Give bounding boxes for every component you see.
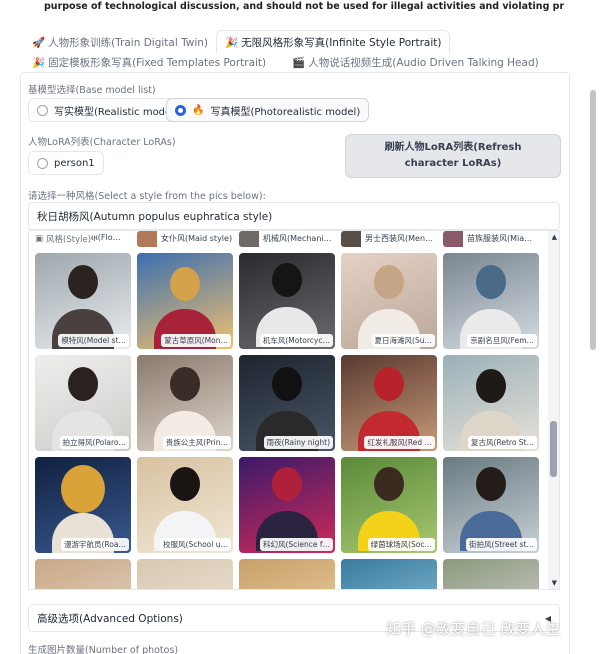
gallery-caption: 漫游宇航员(Roa… [61, 538, 129, 551]
fire-icon: 🔥 [192, 104, 205, 116]
gallery-item-peking-opera[interactable]: 京剧名旦风(Fem… [443, 253, 539, 349]
scroll-up-arrow-icon[interactable]: ▲ [552, 233, 557, 241]
tab-fixed-templates-portrait[interactable]: 🎉 固定模板形象写真(Fixed Templates Portrait) [24, 54, 274, 72]
radio-label: 写实模型(Realistic model) [54, 106, 178, 118]
radio-realistic-model[interactable]: 写实模型(Realistic model) [28, 98, 187, 122]
tab-train-digital-twin[interactable]: 🚀 人物形象训练(Train Digital Twin) [24, 32, 216, 54]
party-icon: 🎉 [225, 36, 239, 49]
gallery-item-polaroid[interactable]: 拍立得风(Polaro… [35, 355, 131, 451]
gallery-item-science-fiction[interactable]: 科幻风(Science f… [239, 457, 335, 553]
gallery-item-partial[interactable] [443, 559, 539, 589]
scrollbar-thumb[interactable] [550, 421, 557, 477]
gallery-label: ▣ 风格(Style) [35, 233, 92, 245]
selected-style-field[interactable]: 秋日胡杨风(Autumn populus euphratica style) [28, 202, 560, 230]
gallery-item-school-uniform[interactable]: 校服风(School u… [137, 457, 233, 553]
gallery-scrollbar[interactable]: ▲ ▼ [548, 231, 559, 589]
gallery-item-mongolian-grassland[interactable]: 蒙古草原风(Mon… [137, 253, 233, 349]
tab-bar: 🚀 人物形象训练(Train Digital Twin) 🎉 无限风格形象写真(… [24, 30, 451, 54]
style-label: 请选择一种风格(Select a style from the pics bel… [28, 191, 266, 202]
rocket-icon: 🚀 [32, 37, 46, 49]
gallery-caption: 绿茵球场风(Soc… [367, 538, 435, 551]
base-model-label: 基模型选择(Base model list) [28, 85, 156, 96]
gallery-caption: 京剧名旦风(Fem… [467, 334, 537, 347]
number-of-photos-label: 生成图片数量(Number of photos) [28, 645, 179, 654]
gallery-caption: 校服风(School u… [160, 538, 231, 551]
radio-circle-selected [175, 104, 186, 116]
party-icon: 🎉 [32, 57, 46, 69]
thumbnail [239, 231, 259, 247]
tab-label: 人物形象训练(Train Digital Twin) [48, 37, 209, 49]
advanced-options-label: 高级选项(Advanced Options) [37, 612, 183, 625]
gallery-item-red-hair[interactable]: 红发礼服风(Red … [341, 355, 437, 451]
gallery-caption: 复古风(Retro St… [468, 436, 537, 449]
radio-photorealistic-model[interactable]: 🔥 写真模型(Photorealistic model) [166, 98, 370, 122]
radio-circle [37, 104, 48, 116]
gallery-caption: 蒙古草原风(Mon… [161, 334, 231, 347]
gallery-item-street-style[interactable]: 街拍风(Street st… [443, 457, 539, 553]
scroll-down-arrow-icon[interactable]: ▼ [552, 579, 557, 587]
radio-circle [37, 157, 48, 169]
gallery-item[interactable]: 苗族服装风(Mia… [443, 231, 541, 247]
gallery-caption: 科幻风(Science f… [259, 538, 333, 551]
gallery-caption: 拍立得风(Polaro… [59, 436, 129, 449]
gallery-caption: 机械风(Mechani… [263, 234, 332, 243]
gallery-caption: 夏日海滩风(Su… [371, 334, 435, 347]
clapper-icon: 🎬 [292, 57, 306, 69]
page-scrollbar-thumb[interactable] [590, 90, 596, 350]
gallery-caption: 模特风(Model st… [58, 334, 129, 347]
gallery-item-roaming-astronaut[interactable]: 漫游宇航员(Roa… [35, 457, 131, 553]
watermark-text: 知乎 @改变自己 改变人生 [386, 620, 561, 638]
gallery-caption: 红发礼服风(Red … [364, 436, 435, 449]
gallery-item-princess[interactable]: 贵族公主风(Prin… [137, 355, 233, 451]
tab-label: 人物说话视频生成(Audio Driven Talking Head) [308, 57, 539, 69]
gallery-item-retro[interactable]: 复古风(Retro St… [443, 355, 539, 451]
tab-infinite-style-portrait[interactable]: 🎉 无限风格形象写真(Infinite Style Portrait) [216, 30, 451, 54]
gallery-caption: 机车风(Motorcyc… [259, 334, 333, 347]
gallery-item-partial[interactable] [35, 559, 131, 589]
gallery-item-soccer-field[interactable]: 绿茵球场风(Soc… [341, 457, 437, 553]
gallery-item-model-style[interactable]: 模特风(Model st… [35, 253, 131, 349]
refresh-lora-button[interactable]: 刷新人物LoRA列表(Refresh character LoRAs) [345, 134, 561, 178]
gallery-item[interactable]: 女仆风(Maid style) [137, 231, 235, 247]
gallery-caption: 女仆风(Maid style) [161, 234, 233, 243]
page-scrollbar[interactable] [589, 20, 598, 640]
gallery-caption: 贵族公主风(Prin… [162, 436, 231, 449]
disclaimer-notice: purpose of technological discussion, and… [44, 1, 564, 12]
gallery-caption: 苗族服装风(Mia… [467, 234, 533, 243]
gallery-item-motorcycle[interactable]: 机车风(Motorcyc… [239, 253, 335, 349]
gallery-item-partial[interactable] [137, 559, 233, 589]
gallery-item-partial[interactable] [341, 559, 437, 589]
tab-talking-head[interactable]: 🎬 人物说话视频生成(Audio Driven Talking Head) [284, 54, 547, 72]
tab-label: 固定模板形象写真(Fixed Templates Portrait) [48, 57, 267, 69]
gallery-item[interactable]: 机械风(Mechani… [239, 231, 337, 247]
tab-bar-row2: 🎉 固定模板形象写真(Fixed Templates Portrait) 🎬 人… [24, 54, 547, 72]
thumbnail [137, 231, 157, 247]
radio-label: person1 [54, 157, 95, 169]
gallery-caption: 街拍风(Street st… [466, 538, 537, 551]
gallery-item[interactable]: 男士西装风(Men… [341, 231, 439, 247]
radio-person1[interactable]: person1 [28, 151, 104, 175]
thumbnail [341, 231, 361, 247]
gallery-item-summer-beach[interactable]: 夏日海滩风(Su… [341, 253, 437, 349]
gallery-partial-row: 𐍂𐍂(Flo… ▣ 风格(Style) 女仆风(Maid style) 机械风(… [29, 231, 549, 249]
gallery-item-rainy-night[interactable]: 雨夜(Rainy night) [239, 355, 335, 451]
style-gallery: 𐍂𐍂(Flo… ▣ 风格(Style) 女仆风(Maid style) 机械风(… [28, 230, 560, 590]
gallery-caption: 𐍂𐍂(Flo… [89, 233, 121, 242]
lora-label: 人物LoRA列表(Character LoRAs) [28, 137, 176, 148]
gallery-item-partial[interactable] [239, 559, 335, 589]
thumbnail [443, 231, 463, 247]
gallery-caption: 男士西装风(Men… [365, 234, 434, 243]
tab-label: 无限风格形象写真(Infinite Style Portrait) [241, 36, 442, 49]
image-icon: ▣ [35, 234, 44, 244]
gallery-caption: 雨夜(Rainy night) [263, 436, 333, 449]
radio-label: 写真模型(Photorealistic model) [210, 106, 361, 118]
